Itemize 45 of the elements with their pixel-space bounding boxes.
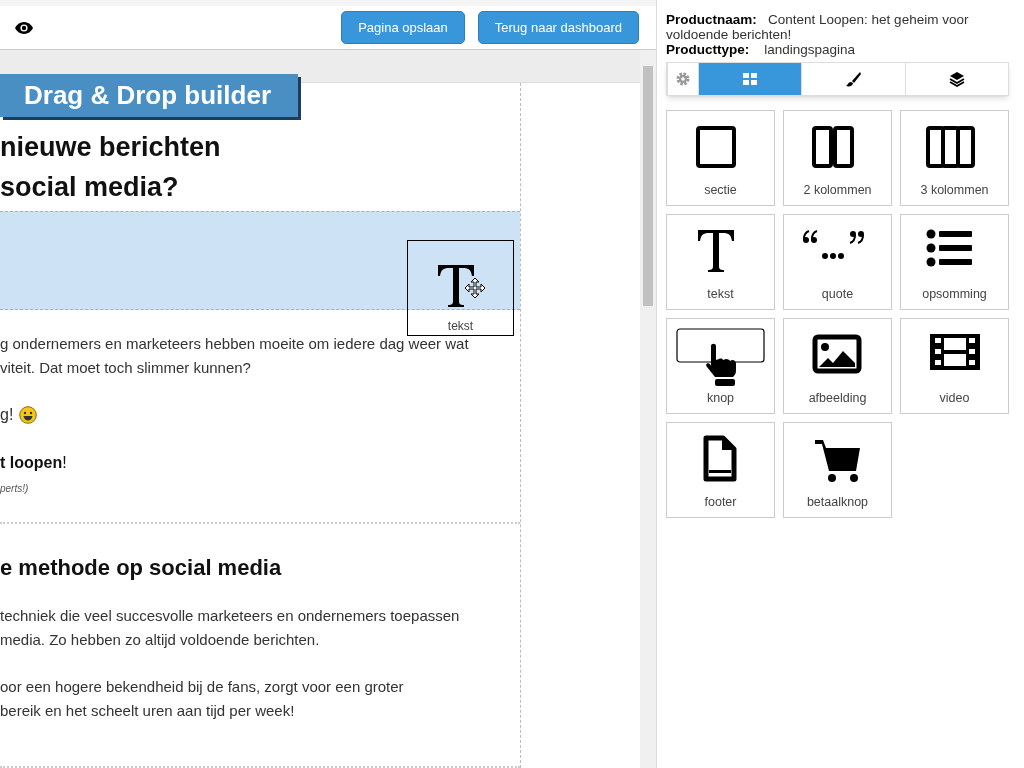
brush-icon bbox=[845, 71, 862, 87]
section-heading: e methode op social media bbox=[0, 554, 283, 582]
block-label: footer bbox=[704, 495, 737, 509]
preview-eye-icon[interactable] bbox=[14, 20, 34, 35]
block-label: tekst bbox=[707, 287, 734, 301]
paragraph: t loopen! bbox=[0, 453, 68, 473]
block-label: video bbox=[939, 391, 970, 405]
block-tile[interactable]: betaalknop bbox=[783, 422, 892, 518]
small-note: perts!) bbox=[0, 482, 30, 496]
block-label: 2 kolommen bbox=[803, 183, 872, 197]
block-tile[interactable]: video bbox=[900, 318, 1009, 414]
block-tile[interactable]: quote bbox=[783, 214, 892, 310]
block-tile[interactable]: 3 kolommen bbox=[900, 110, 1009, 206]
block-label: tekst bbox=[447, 318, 474, 335]
dragged-block[interactable]: tekst bbox=[407, 240, 514, 336]
gear-icon bbox=[675, 71, 691, 87]
smiley-icon bbox=[19, 406, 38, 424]
paragraph: oor een hogere bekendheid bij de fans, zorgt voor een groter bereik en het scheelt uren aan tijd per week! bbox=[0, 677, 405, 721]
block-tile[interactable]: opsomming bbox=[900, 214, 1009, 310]
section-heading: nieuwe berichten social media? bbox=[0, 131, 222, 204]
block-tile[interactable]: knop bbox=[666, 318, 775, 414]
block-label: betaalknop bbox=[806, 495, 869, 509]
block-tile[interactable]: sectie bbox=[666, 110, 775, 206]
pointing-hand-icon bbox=[675, 328, 766, 388]
block-tile[interactable]: footer bbox=[666, 422, 775, 518]
grid-icon bbox=[742, 71, 759, 87]
block-tile[interactable]: tekst bbox=[666, 214, 775, 310]
paragraph: techniek die veel succesvolle marketeers en ondernemers toepassen media. Zo hebben zo altijd voldoende berichten. bbox=[0, 606, 461, 650]
block-label: quote bbox=[821, 287, 854, 301]
block-label: opsomming bbox=[922, 287, 987, 301]
block-label: 3 kolommen bbox=[920, 183, 989, 197]
scrollbar-thumb[interactable] bbox=[643, 66, 653, 306]
product-type: Producttype: landingspagina bbox=[666, 42, 857, 57]
block-tile[interactable]: afbeelding bbox=[783, 318, 892, 414]
block-label: knop bbox=[706, 391, 735, 405]
builder-banner: Drag & Drop builder bbox=[0, 74, 298, 117]
paragraph: g ondernemers en marketeers hebben moeite om iedere dag weer wat viteit. Dat moet toch slimmer kunnen? bbox=[0, 334, 470, 378]
layers-icon bbox=[948, 71, 965, 87]
block-label: afbeelding bbox=[808, 391, 867, 405]
block-tile[interactable]: 2 kolommen bbox=[783, 110, 892, 206]
panel-tab[interactable] bbox=[904, 63, 1008, 95]
paragraph: g! bbox=[0, 405, 14, 425]
move-cursor-icon bbox=[464, 277, 486, 299]
block-label: sectie bbox=[704, 183, 737, 197]
product-name: Productnaam: Content Loopen: het geheim voor voldoende berichten! bbox=[666, 12, 970, 42]
